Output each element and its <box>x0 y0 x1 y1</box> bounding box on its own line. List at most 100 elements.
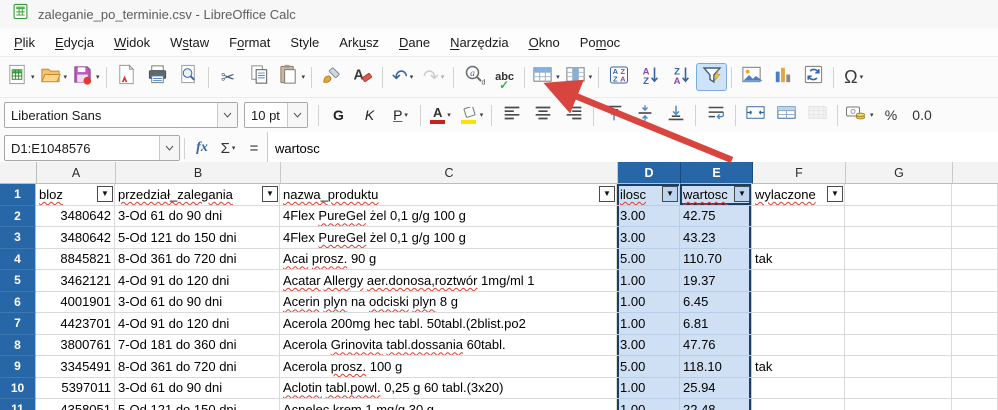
dropdown-arrow-icon[interactable]: ▾ <box>556 73 560 81</box>
function-wizard-button[interactable]: fx <box>189 135 215 161</box>
menu-wstaw[interactable]: Wstaw <box>160 31 219 54</box>
merge-center-button[interactable] <box>740 102 771 128</box>
chevron-down-icon[interactable] <box>287 103 307 127</box>
insert-image-button[interactable] <box>736 63 767 91</box>
dropdown-arrow-icon[interactable]: ▾ <box>31 73 35 81</box>
menu-widok[interactable]: Widok <box>104 31 160 54</box>
cell-G8[interactable] <box>845 334 952 356</box>
column-header-C[interactable]: C <box>281 162 618 184</box>
cell-B7[interactable]: 4-Od 91 do 120 dni <box>115 313 280 335</box>
dropdown-arrow-icon[interactable]: ▾ <box>404 111 408 119</box>
cell-B2[interactable]: 3-Od 61 do 90 dni <box>115 205 280 227</box>
chevron-down-icon[interactable] <box>217 103 237 127</box>
menu-dane[interactable]: Dane <box>389 31 440 54</box>
cell-D10[interactable]: 1.00 <box>617 377 680 399</box>
formula-input[interactable]: wartosc <box>267 132 998 164</box>
cell-B8[interactable]: 7-Od 181 do 360 dni <box>115 334 280 356</box>
dropdown-arrow-icon[interactable]: ▾ <box>870 111 874 119</box>
column-header-E[interactable]: E <box>681 162 753 184</box>
cell-H4[interactable] <box>952 248 998 270</box>
dropdown-arrow-icon[interactable]: ▾ <box>441 73 445 81</box>
cell-A1[interactable]: bloz ▼ <box>36 184 115 206</box>
cell-H11[interactable] <box>952 399 998 410</box>
row-header-11[interactable]: 11 <box>0 399 36 410</box>
cell-E10[interactable]: 25.94 <box>680 377 752 399</box>
cell-H6[interactable] <box>952 291 998 313</box>
dropdown-arrow-icon[interactable]: ▾ <box>860 73 864 81</box>
cell-H1[interactable] <box>952 184 998 206</box>
dropdown-arrow-icon[interactable]: ▾ <box>447 111 451 119</box>
font-name-combo[interactable]: Liberation Sans <box>4 102 238 128</box>
cell-C9[interactable]: Acerola prosz. 100 g <box>280 356 617 378</box>
align-left-button[interactable] <box>496 102 527 128</box>
cell-H5[interactable] <box>952 270 998 292</box>
cell-C3[interactable]: 4Flex PureGel żel 0,1 g/g 100 g <box>280 227 617 249</box>
menu-okno[interactable]: Okno <box>519 31 570 54</box>
format-currency-button[interactable]: ▾ <box>842 102 876 128</box>
sort-ascending-button[interactable]: AZ <box>634 63 665 91</box>
cell-A11[interactable]: 4358051 <box>36 399 115 410</box>
row-header-10[interactable]: 10 <box>0 377 36 399</box>
cell-D6[interactable]: 1.00 <box>617 291 680 313</box>
cell-H10[interactable] <box>952 377 998 399</box>
cell-C1[interactable]: nazwa_produktu ▼ <box>280 184 617 206</box>
cell-C2[interactable]: 4Flex PureGel żel 0,1 g/g 100 g <box>280 205 617 227</box>
cell-E2[interactable]: 42.75 <box>680 205 752 227</box>
cell-A9[interactable]: 3345491 <box>36 356 115 378</box>
cell-B3[interactable]: 5-Od 121 do 150 dni <box>115 227 280 249</box>
cell-F10[interactable] <box>752 377 845 399</box>
dropdown-arrow-icon[interactable]: ▾ <box>410 73 414 81</box>
autofilter-button[interactable]: ▼ <box>262 186 278 202</box>
undo-button[interactable]: ↶ ▾ <box>387 63 418 91</box>
cell-D1[interactable]: ilosc ▼ <box>617 184 680 206</box>
cell-G2[interactable] <box>845 205 952 227</box>
cell-F6[interactable] <box>752 291 845 313</box>
cell-F5[interactable] <box>752 270 845 292</box>
export-pdf-button[interactable] <box>111 63 142 91</box>
cell-C6[interactable]: Acerin plyn na odciski plyn 8 g <box>280 291 617 313</box>
row-header-4[interactable]: 4 <box>0 248 36 270</box>
cell-D8[interactable]: 3.00 <box>617 334 680 356</box>
autofilter-button[interactable]: ▼ <box>97 186 113 202</box>
paste-button[interactable]: ▾ <box>275 63 308 91</box>
autofilter-button-toolbar[interactable] <box>696 63 728 91</box>
align-center-button[interactable] <box>527 102 558 128</box>
new-document-button[interactable]: ▾ <box>4 63 37 91</box>
cell-G10[interactable] <box>845 377 952 399</box>
column-header-partial[interactable] <box>953 162 998 184</box>
copy-button[interactable] <box>244 63 275 91</box>
cell-E5[interactable]: 19.37 <box>680 270 752 292</box>
column-header-F[interactable]: F <box>753 162 846 184</box>
cell-F11[interactable] <box>752 399 845 410</box>
row-header-1[interactable]: 1 <box>0 184 36 206</box>
sum-button[interactable]: Σ ▾ <box>215 135 241 161</box>
cell-F4[interactable]: tak <box>752 248 845 270</box>
row-header-3[interactable]: 3 <box>0 227 36 249</box>
autofilter-button[interactable]: ▼ <box>734 186 750 202</box>
cell-E1[interactable]: wartosc ▼ <box>680 184 752 206</box>
cell-E4[interactable]: 110.70 <box>680 248 752 270</box>
clone-formatting-button[interactable] <box>316 63 347 91</box>
cell-H2[interactable] <box>952 205 998 227</box>
cell-C8[interactable]: Acerola Grinovita tabl.dossania 60tabl. <box>280 334 617 356</box>
autofilter-button[interactable]: ▼ <box>662 186 678 202</box>
underline-button[interactable]: P ▾ <box>385 102 416 128</box>
menu-pomoc[interactable]: Pomoc <box>570 31 630 54</box>
clear-formatting-button[interactable]: A <box>347 63 378 91</box>
autofilter-button[interactable]: ▼ <box>827 186 843 202</box>
cell-H8[interactable] <box>952 334 998 356</box>
cell-A7[interactable]: 4423701 <box>36 313 115 335</box>
save-button[interactable]: ▾ <box>69 63 102 91</box>
cell-C4[interactable]: Acai prosz. 90 g <box>280 248 617 270</box>
font-size-combo[interactable]: 10 pt <box>244 102 308 128</box>
cell-A5[interactable]: 3462121 <box>36 270 115 292</box>
cell-B6[interactable]: 3-Od 61 do 90 dni <box>115 291 280 313</box>
menu-arkusz[interactable]: Arkusz <box>329 31 389 54</box>
cell-B5[interactable]: 4-Od 91 do 120 dni <box>115 270 280 292</box>
dropdown-arrow-icon[interactable]: ▾ <box>232 144 236 152</box>
cell-D2[interactable]: 3.00 <box>617 205 680 227</box>
column-header-B[interactable]: B <box>116 162 281 184</box>
cell-B9[interactable]: 8-Od 361 do 720 dni <box>115 356 280 378</box>
row-header-5[interactable]: 5 <box>0 270 36 292</box>
cell-G1[interactable] <box>845 184 952 206</box>
